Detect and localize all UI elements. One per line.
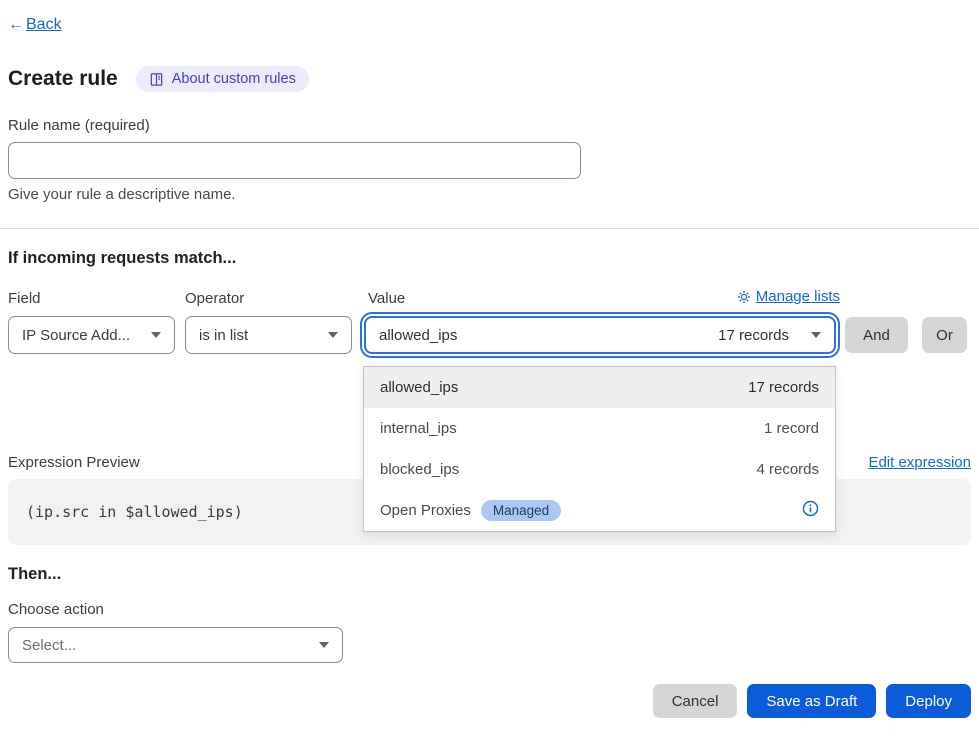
field-select[interactable]: IP Source Add...: [8, 316, 175, 354]
then-section-heading: Then...: [8, 565, 61, 584]
book-icon: [149, 72, 164, 87]
chevron-down-icon: [328, 332, 338, 338]
list-option-name: internal_ips: [380, 420, 457, 437]
footer-actions: Cancel Save as Draft Deploy: [653, 684, 971, 718]
manage-lists-link[interactable]: Manage lists: [737, 288, 840, 305]
about-badge-label: About custom rules: [172, 71, 296, 87]
list-option-record-count: 1 record: [764, 420, 819, 437]
list-option-blocked-ips[interactable]: blocked_ips 4 records: [364, 449, 835, 490]
or-button[interactable]: Or: [922, 317, 967, 353]
list-option-name: blocked_ips: [380, 461, 459, 478]
deploy-button[interactable]: Deploy: [886, 684, 971, 718]
gear-icon: [737, 290, 751, 304]
operator-select[interactable]: is in list: [185, 316, 352, 354]
value-select-record-count: 17 records: [718, 327, 789, 344]
title-row: Create rule About custom rules: [8, 66, 309, 92]
value-select-selected: allowed_ips: [379, 327, 457, 344]
action-select-placeholder: Select...: [22, 637, 76, 654]
list-option-record-count: 4 records: [756, 461, 819, 478]
about-custom-rules-badge[interactable]: About custom rules: [136, 66, 309, 92]
list-option-record-count: 17 records: [748, 379, 819, 396]
managed-badge: Managed: [481, 500, 561, 521]
manage-lists-label: Manage lists: [756, 288, 840, 305]
condition-labels-row: Field Operator Value Manage lists: [8, 290, 840, 308]
create-rule-page: ← Back Create rule About custom rules Ru…: [0, 0, 979, 739]
back-link[interactable]: ← Back: [8, 16, 62, 34]
back-arrow-icon: ←: [8, 16, 24, 34]
expression-preview-label: Expression Preview: [8, 454, 140, 471]
chevron-down-icon: [151, 332, 161, 338]
value-label: Value: [368, 290, 405, 307]
edit-expression-link[interactable]: Edit expression: [868, 454, 971, 471]
action-select[interactable]: Select...: [8, 627, 343, 663]
field-label: Field: [8, 290, 41, 307]
chevron-down-icon: [811, 332, 821, 338]
list-option-open-proxies[interactable]: Open Proxies Managed: [364, 490, 835, 531]
value-select-wrapper: allowed_ips 17 records allowed_ips 17 re…: [364, 316, 836, 354]
list-dropdown-panel: allowed_ips 17 records internal_ips 1 re…: [363, 366, 836, 532]
back-row: ← Back: [8, 16, 62, 34]
back-label: Back: [26, 16, 62, 34]
page-title: Create rule: [8, 67, 118, 91]
list-option-name: Open Proxies: [380, 502, 471, 519]
list-option-name: allowed_ips: [380, 379, 458, 396]
save-as-draft-button[interactable]: Save as Draft: [747, 684, 876, 718]
rule-name-label: Rule name (required): [8, 117, 150, 134]
list-option-allowed-ips[interactable]: allowed_ips 17 records: [364, 367, 835, 408]
condition-controls-row: IP Source Add... is in list allowed_ips …: [8, 316, 971, 354]
expression-code: (ip.src in $allowed_ips): [26, 503, 243, 521]
choose-action-label: Choose action: [8, 601, 104, 618]
chevron-down-icon: [319, 642, 329, 648]
operator-label: Operator: [185, 290, 244, 307]
match-section-heading: If incoming requests match...: [8, 249, 236, 268]
cancel-button[interactable]: Cancel: [653, 684, 738, 718]
rule-name-helper-text: Give your rule a descriptive name.: [8, 186, 236, 203]
and-button[interactable]: And: [845, 317, 908, 353]
list-option-internal-ips[interactable]: internal_ips 1 record: [364, 408, 835, 449]
field-select-value: IP Source Add...: [22, 327, 130, 344]
rule-name-input[interactable]: [8, 142, 581, 179]
value-select[interactable]: allowed_ips 17 records: [364, 316, 836, 354]
section-divider: [0, 228, 979, 229]
info-icon[interactable]: [802, 500, 819, 521]
operator-select-value: is in list: [199, 327, 248, 344]
